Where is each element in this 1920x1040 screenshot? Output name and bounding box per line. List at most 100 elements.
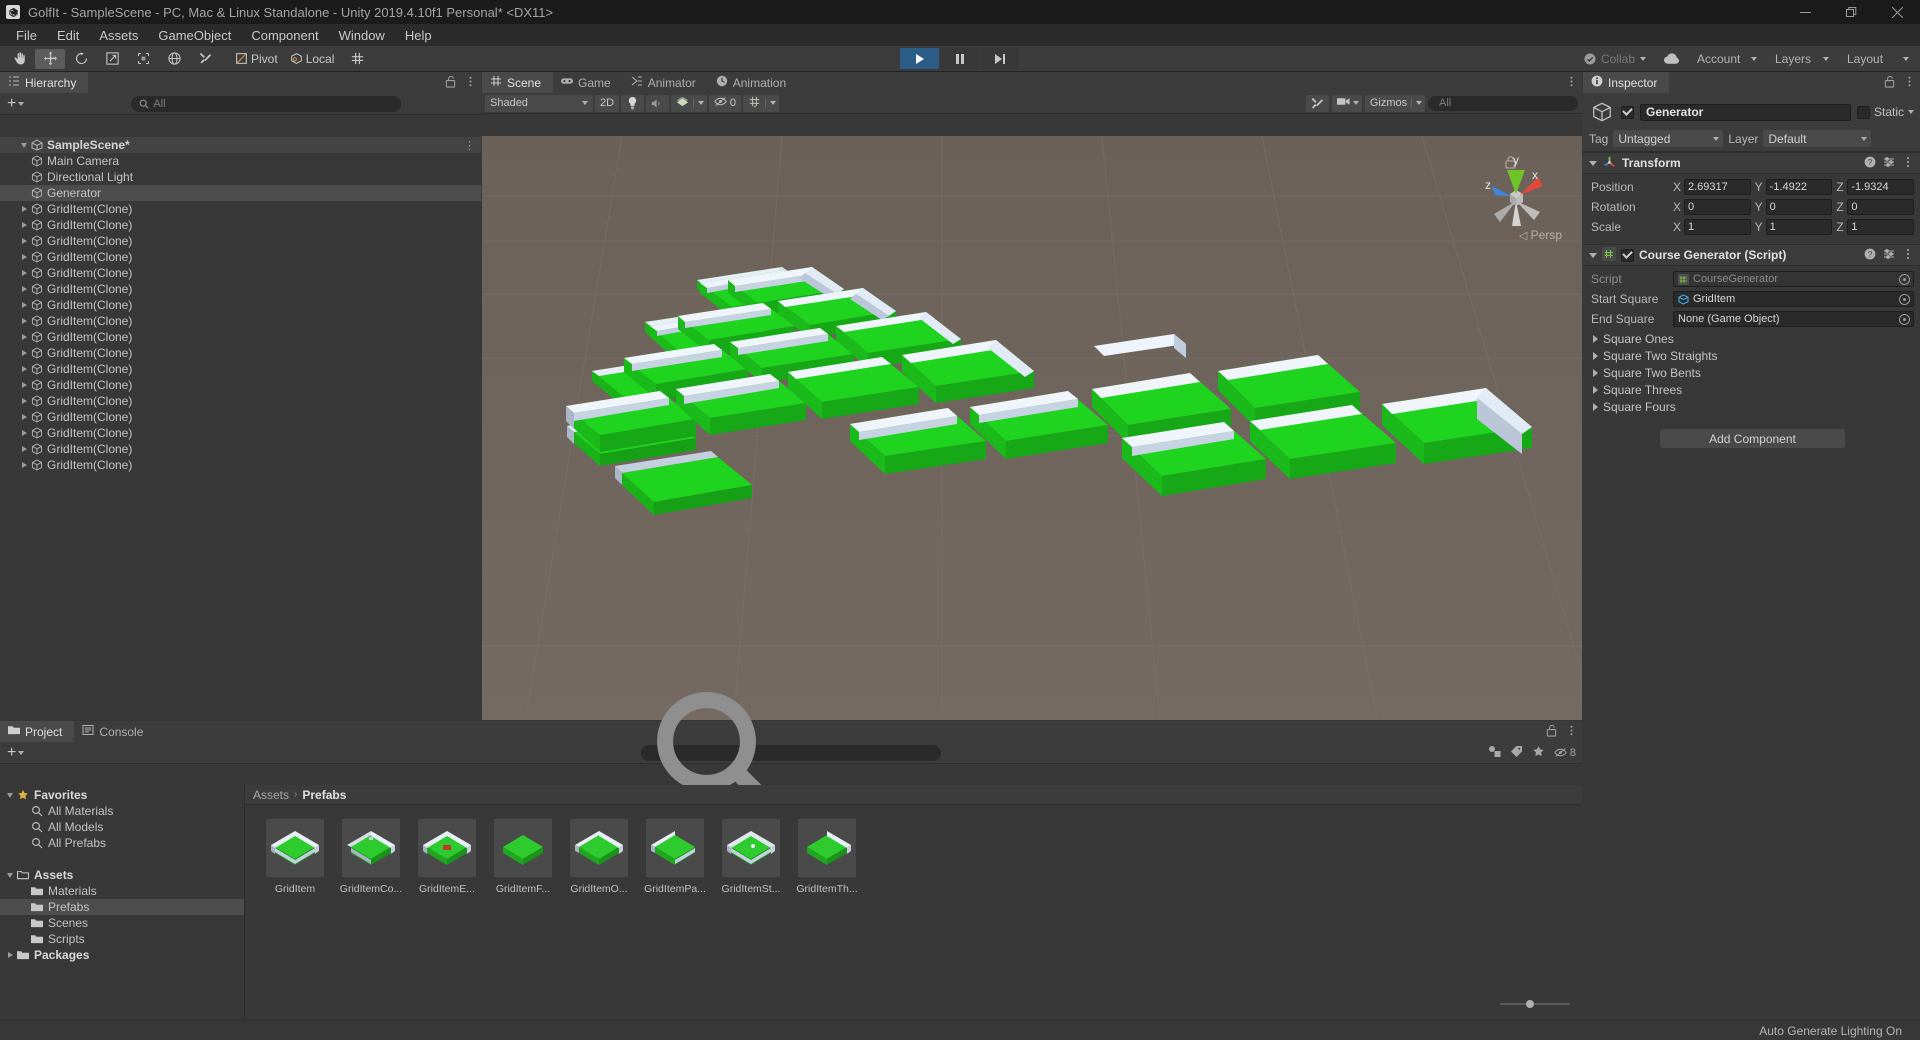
transform-rotation-x-input[interactable]: 0 bbox=[1684, 199, 1751, 215]
transform-rotation-z-input[interactable]: 0 bbox=[1847, 199, 1914, 215]
static-checkbox[interactable] bbox=[1857, 106, 1870, 119]
asset-item[interactable]: GridItemCo... bbox=[333, 819, 409, 895]
hierarchy-item[interactable]: GridItem(Clone) bbox=[0, 313, 481, 329]
asset-zoom-slider[interactable] bbox=[1500, 998, 1570, 1010]
transform-scale-y-input[interactable]: 1 bbox=[1766, 219, 1833, 235]
asset-item[interactable]: GridItem bbox=[257, 819, 333, 895]
tag-dropdown[interactable]: Untagged bbox=[1613, 130, 1723, 147]
pivot-toggle[interactable]: Pivot bbox=[231, 49, 285, 69]
hierarchy-item[interactable]: GridItem(Clone) bbox=[0, 441, 481, 457]
asset-item[interactable]: GridItemF... bbox=[485, 819, 561, 895]
hierarchy-item[interactable]: GridItem(Clone) bbox=[0, 201, 481, 217]
scale-tool-icon[interactable] bbox=[97, 49, 127, 69]
transform-scale-x-input[interactable]: 1 bbox=[1684, 219, 1751, 235]
asset-item[interactable]: GridItemSt... bbox=[713, 819, 789, 895]
layer-dropdown[interactable]: Default bbox=[1763, 130, 1871, 147]
project-create-button[interactable]: + bbox=[4, 746, 27, 760]
collab-button[interactable]: Collab bbox=[1578, 49, 1652, 69]
project-tree-item-scripts[interactable]: Scripts bbox=[0, 931, 244, 947]
foldout-square-two-bents[interactable]: Square Two Bents bbox=[1591, 364, 1914, 381]
lock-open-icon[interactable] bbox=[1883, 75, 1896, 91]
end-square-field[interactable]: None (Game Object) bbox=[1673, 311, 1914, 327]
chevron-right-icon[interactable] bbox=[18, 206, 30, 212]
tab-scene[interactable]: Scene bbox=[482, 72, 553, 93]
chevron-right-icon[interactable] bbox=[18, 270, 30, 276]
pause-button[interactable] bbox=[940, 48, 979, 69]
chevron-right-icon[interactable] bbox=[18, 222, 30, 228]
foldout-square-ones[interactable]: Square Ones bbox=[1591, 330, 1914, 347]
hierarchy-item[interactable]: GridItem(Clone) bbox=[0, 361, 481, 377]
hierarchy-item[interactable]: GridItem(Clone) bbox=[0, 233, 481, 249]
chevron-right-icon[interactable] bbox=[18, 382, 30, 388]
layers-dropdown[interactable]: Layers bbox=[1769, 49, 1835, 69]
course-generator-header[interactable]: Course Generator (Script) ? bbox=[1583, 244, 1920, 266]
favorite-star-icon[interactable] bbox=[1532, 745, 1545, 761]
rotate-tool-icon[interactable] bbox=[66, 49, 96, 69]
hierarchy-item[interactable]: GridItem(Clone) bbox=[0, 377, 481, 393]
custom-tool-icon[interactable] bbox=[190, 49, 220, 69]
hierarchy-item[interactable]: GridItem(Clone) bbox=[0, 249, 481, 265]
chevron-down-icon[interactable] bbox=[1908, 110, 1914, 114]
chevron-right-icon[interactable] bbox=[1593, 335, 1598, 343]
transform-scale-z-input[interactable]: 1 bbox=[1847, 219, 1914, 235]
lightbulb-icon[interactable] bbox=[621, 95, 644, 112]
kebab-menu-icon[interactable] bbox=[1565, 75, 1578, 91]
tile-start-icon[interactable] bbox=[722, 819, 780, 877]
hierarchy-item[interactable]: GridItem(Clone) bbox=[0, 425, 481, 441]
scene-3d-render[interactable] bbox=[482, 136, 1582, 720]
project-tree-item-all-prefabs[interactable]: All Prefabs bbox=[0, 835, 244, 851]
menu-file[interactable]: File bbox=[6, 26, 47, 45]
cloud-button[interactable] bbox=[1658, 49, 1685, 69]
close-icon[interactable] bbox=[1874, 0, 1920, 24]
help-icon[interactable]: ? bbox=[1864, 248, 1876, 263]
tab-console[interactable]: Console bbox=[74, 721, 155, 742]
tile-four-walls-icon[interactable] bbox=[266, 819, 324, 877]
hierarchy-item[interactable]: GridItem(Clone) bbox=[0, 281, 481, 297]
layout-dropdown[interactable]: Layout bbox=[1841, 49, 1915, 69]
hierarchy-item[interactable]: Main Camera bbox=[0, 153, 481, 169]
scene-grid-dropdown[interactable]: | bbox=[743, 95, 779, 112]
chevron-right-icon[interactable] bbox=[1593, 403, 1598, 411]
preset-icon[interactable] bbox=[1883, 248, 1895, 263]
project-tree-item-all-materials[interactable]: All Materials bbox=[0, 803, 244, 819]
grid-snap-icon[interactable] bbox=[342, 49, 372, 69]
hidden-objects-toggle[interactable]: 0 bbox=[709, 95, 741, 112]
hierarchy-item[interactable]: GridItem(Clone) bbox=[0, 457, 481, 473]
toggle-2d-button[interactable]: 2D bbox=[595, 95, 619, 112]
tab-inspector[interactable]: Inspector bbox=[1583, 72, 1669, 93]
breadcrumb-current[interactable]: Prefabs bbox=[302, 788, 346, 802]
chevron-right-icon[interactable] bbox=[18, 430, 30, 436]
hierarchy-item[interactable]: Directional Light bbox=[0, 169, 481, 185]
effects-dropdown[interactable]: | bbox=[671, 95, 707, 112]
hierarchy-item[interactable]: GridItem(Clone) bbox=[0, 265, 481, 281]
kebab-menu-icon[interactable] bbox=[1565, 724, 1578, 740]
project-tree-item-all-models[interactable]: All Models bbox=[0, 819, 244, 835]
step-button[interactable] bbox=[980, 48, 1019, 69]
tile-corner-icon[interactable] bbox=[342, 819, 400, 877]
chevron-right-icon[interactable] bbox=[1593, 352, 1598, 360]
tab-animator[interactable]: Animator bbox=[623, 72, 708, 93]
breadcrumb-root[interactable]: Assets bbox=[253, 788, 289, 802]
menu-gameobject[interactable]: GameObject bbox=[148, 26, 241, 45]
lock-open-icon[interactable] bbox=[1545, 724, 1558, 740]
minimize-icon[interactable] bbox=[1782, 0, 1828, 24]
local-toggle[interactable]: Local bbox=[286, 49, 342, 69]
hierarchy-item[interactable]: GridItem(Clone) bbox=[0, 409, 481, 425]
menu-window[interactable]: Window bbox=[329, 26, 395, 45]
menu-edit[interactable]: Edit bbox=[47, 26, 89, 45]
chevron-right-icon[interactable] bbox=[18, 398, 30, 404]
asset-item[interactable]: GridItemE... bbox=[409, 819, 485, 895]
chevron-down-icon[interactable] bbox=[4, 793, 16, 798]
kebab-menu-icon[interactable]: ⋮ bbox=[464, 139, 475, 152]
kebab-menu-icon[interactable] bbox=[1902, 156, 1914, 171]
hand-tool-icon[interactable] bbox=[4, 49, 34, 69]
tile-flat-icon[interactable] bbox=[494, 819, 552, 877]
account-dropdown[interactable]: Account bbox=[1691, 49, 1763, 69]
project-tree-item-prefabs[interactable]: Prefabs bbox=[0, 899, 244, 915]
chevron-right-icon[interactable] bbox=[1593, 386, 1598, 394]
scene-camera-dropdown[interactable] bbox=[1332, 95, 1362, 112]
start-square-field[interactable]: GridItem bbox=[1673, 291, 1914, 307]
project-hidden-count[interactable]: 8 bbox=[1554, 746, 1576, 759]
chevron-right-icon[interactable] bbox=[4, 952, 16, 958]
gameobject-name-field[interactable]: Generator bbox=[1640, 104, 1851, 121]
